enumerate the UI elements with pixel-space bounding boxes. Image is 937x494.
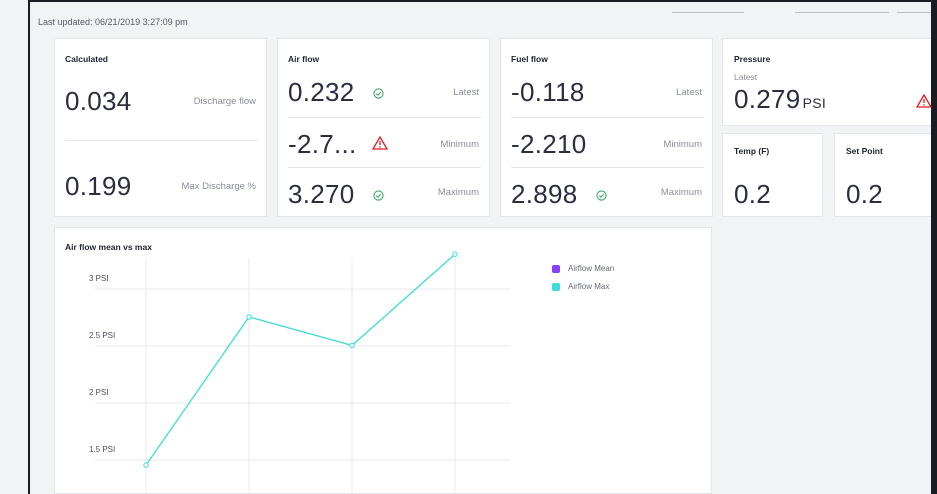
air-flow-minimum-label: Minimum <box>440 139 479 150</box>
legend-label: Airflow Mean <box>568 264 615 273</box>
warning-icon <box>916 94 932 108</box>
legend-item-airflow-max[interactable]: Airflow Max <box>552 282 609 291</box>
y-tick-label: 1.5 PSI <box>89 445 115 454</box>
card-title: Temp (F) <box>734 146 770 156</box>
divider <box>65 140 258 141</box>
y-tick-label: 2 PSI <box>89 388 109 397</box>
discharge-flow-label: Discharge flow <box>193 96 256 107</box>
card-title: Air flow <box>288 54 320 64</box>
pressure-unit: PSI <box>802 95 827 111</box>
air-flow-maximum-label: Maximum <box>437 187 479 198</box>
legend-swatch <box>552 264 560 273</box>
check-circle-icon <box>373 190 384 201</box>
fuel-flow-minimum-label: Minimum <box>663 139 702 150</box>
pressure-value-line: 0.279 PSI <box>734 84 826 115</box>
legend-swatch <box>552 282 560 291</box>
temp-card: Temp (F) 0.2 <box>722 133 823 217</box>
air-flow-chart: 3 PSI 2.5 PSI 2 PSI 1.5 PSI <box>89 251 510 494</box>
card-title: Calculated <box>65 54 108 64</box>
air-flow-minimum-value: -2.7... <box>288 129 357 159</box>
frame-border-top <box>28 0 937 2</box>
pressure-card: Pressure Latest 0.279 PSI <box>722 38 932 126</box>
discharge-flow-value: 0.034 <box>65 86 132 116</box>
data-point[interactable] <box>349 342 355 349</box>
air-flow-latest-value: 0.232 <box>288 77 355 107</box>
legend-label: Airflow Max <box>568 282 610 291</box>
air-flow-card: Air flow 0.232 Latest -2.7... Minimum 3.… <box>277 38 490 217</box>
header-rule <box>795 12 889 13</box>
fuel-flow-minimum-value: -2.210 <box>511 129 587 159</box>
header-rule <box>897 12 931 13</box>
data-point[interactable] <box>452 251 458 257</box>
divider <box>288 117 481 118</box>
data-point[interactable] <box>246 314 252 320</box>
pressure-sub-label: Latest <box>734 72 758 82</box>
temp-value: 0.2 <box>734 179 772 209</box>
fuel-flow-maximum-value: 2.898 <box>511 179 578 209</box>
set-point-value: 0.2 <box>846 179 884 209</box>
y-tick-label: 3 PSI <box>89 274 109 283</box>
divider <box>511 117 704 118</box>
y-tick-label: 2.5 PSI <box>89 331 115 340</box>
air-flow-chart-card: Air flow mean vs max 3 PSI 2.5 PSI 2 PSI 1.… <box>54 227 712 494</box>
card-title: Set Point <box>846 146 883 156</box>
fuel-flow-card: Fuel flow -0.118 Latest -2.210 Minimum 2… <box>500 38 713 217</box>
pressure-value: 0.279 <box>734 84 801 114</box>
dashboard-frame: Last updated: 06/21/2019 3:27:09 pm Calc… <box>0 0 937 494</box>
air-flow-latest-label: Latest <box>453 87 479 98</box>
max-discharge-label: Max Discharge % <box>181 181 256 192</box>
max-discharge-value: 0.199 <box>65 171 132 201</box>
frame-border-left <box>28 0 30 494</box>
check-circle-icon <box>373 88 384 99</box>
legend-item-airflow-mean[interactable]: Airflow Mean <box>552 264 614 273</box>
divider <box>288 167 481 168</box>
last-updated-text: Last updated: 06/21/2019 3:27:09 pm <box>38 17 188 27</box>
air-flow-maximum-value: 3.270 <box>288 179 355 209</box>
fuel-flow-maximum-label: Maximum <box>660 187 702 198</box>
fuel-flow-latest-label: Latest <box>676 87 702 98</box>
data-point[interactable] <box>143 462 149 468</box>
card-title: Fuel flow <box>511 54 548 64</box>
calculated-card: Calculated 0.034 Discharge flow 0.199 Ma… <box>54 38 267 217</box>
warning-icon <box>372 136 388 150</box>
card-title: Pressure <box>734 54 771 64</box>
divider <box>511 167 704 168</box>
frame-border-right <box>931 0 937 494</box>
set-point-card: Set Point 0.2 <box>834 133 931 217</box>
header-rule <box>672 12 744 13</box>
fuel-flow-latest-value: -0.118 <box>511 77 585 107</box>
check-circle-icon <box>596 190 607 201</box>
series-line-airflow-max <box>145 253 456 466</box>
